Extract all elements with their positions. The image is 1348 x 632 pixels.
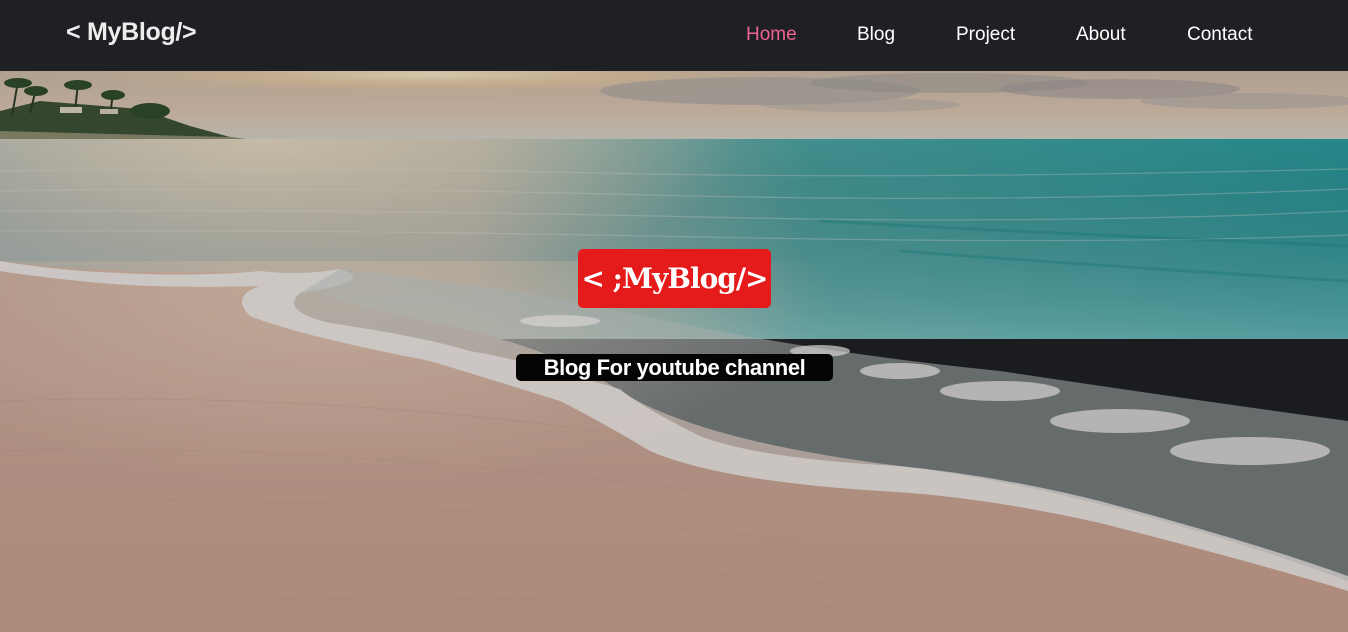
site-logo[interactable]: < MyBlog/> [66, 18, 197, 47]
nav-link-blog[interactable]: Blog [857, 24, 895, 46]
hero-title-badge: < ;MyBlog/> [578, 249, 771, 308]
nav-link-contact[interactable]: Contact [1187, 24, 1252, 46]
nav-link-home[interactable]: Home [746, 24, 797, 46]
hero-subtitle: Blog For youtube channel [516, 354, 833, 381]
hero-section: < ;MyBlog/> Blog For youtube channel [0, 71, 1348, 632]
nav-link-about[interactable]: About [1076, 24, 1126, 46]
nav-link-project[interactable]: Project [956, 24, 1015, 46]
navbar: < MyBlog/> Home Blog Project About Conta… [0, 0, 1348, 71]
beach-background-image [0, 71, 1348, 632]
